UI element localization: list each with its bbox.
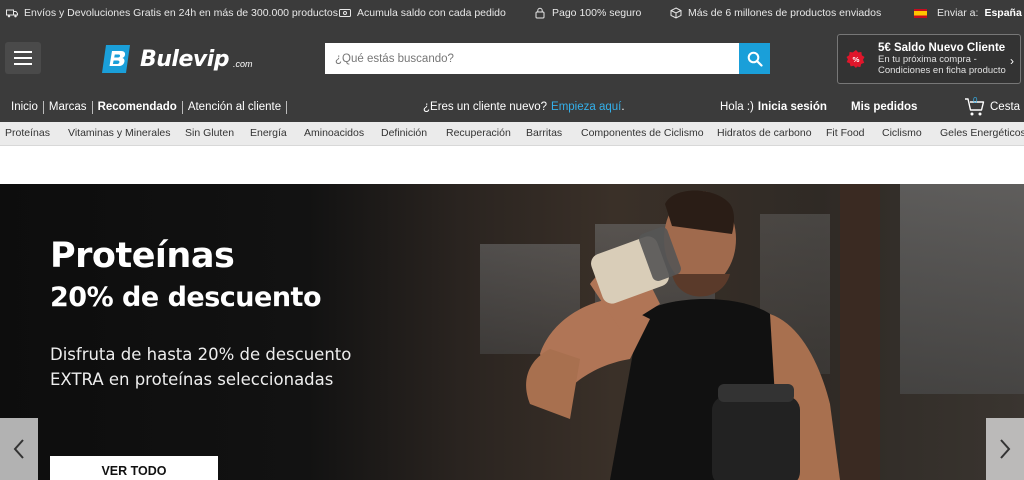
hero-description: Disfruta de hasta 20% de descuento EXTRA… [50, 342, 370, 392]
category-ciclismo[interactable]: Ciclismo [882, 127, 922, 139]
info-secure-text: Pago 100% seguro [552, 7, 642, 19]
category-barritas[interactable]: Barritas [526, 127, 562, 139]
my-orders-link[interactable]: Mis pedidos [851, 92, 917, 122]
wallet-icon [339, 7, 351, 19]
info-products-sent: Más de 6 millones de productos enviados [670, 0, 881, 26]
hero-subtitle: 20% de descuento [50, 282, 322, 313]
menu-button[interactable] [5, 42, 41, 74]
top-info-bar: Envíos y Devoluciones Gratis en 24h en m… [0, 0, 1024, 26]
category-recuperacion[interactable]: Recuperación [446, 127, 511, 139]
login-text: Inicia sesión [757, 101, 827, 113]
background-window [900, 184, 1024, 394]
search-input[interactable] [325, 43, 739, 74]
nav-link-recomendado[interactable]: Recomendado [98, 101, 177, 113]
search-button[interactable] [739, 43, 770, 74]
new-customer-promo[interactable]: % 5€ Saldo Nuevo Cliente En tu próxima c… [837, 34, 1021, 84]
info-balance: Acumula saldo con cada pedido [339, 0, 506, 26]
promo-title: 5€ Saldo Nuevo Cliente [878, 42, 1006, 54]
hero-desc-line-1: Disfruta de hasta 20% de descuento [50, 345, 352, 364]
spain-flag-icon [914, 8, 927, 18]
hamburger-line-icon [14, 57, 32, 59]
category-fit-food[interactable]: Fit Food [826, 127, 865, 139]
nav-separator [286, 100, 288, 114]
promo-line-2: Condiciones en ficha producto [878, 65, 1006, 76]
chevron-left-icon [13, 439, 24, 459]
category-energia[interactable]: Energía [250, 127, 287, 139]
new-customer-question: ¿Eres un cliente nuevo? [423, 101, 548, 113]
ship-to-country: España [984, 7, 1022, 19]
lock-icon [534, 7, 546, 19]
nav-separator [181, 100, 183, 114]
nav-link-inicio[interactable]: Inicio [11, 101, 38, 113]
category-sin-gluten[interactable]: Sin Gluten [185, 127, 234, 139]
category-proteinas[interactable]: Proteínas [5, 127, 50, 139]
category-definicion[interactable]: Definición [381, 127, 427, 139]
promo-text: 5€ Saldo Nuevo Cliente En tu próxima com… [878, 42, 1006, 76]
hero-banner[interactable]: Proteínas 20% de descuento Disfruta de h… [0, 184, 1024, 480]
info-shipping-text: Envíos y Devoluciones Gratis en 24h en m… [24, 7, 339, 19]
info-products-text: Más de 6 millones de productos enviados [688, 7, 882, 19]
chevron-right-icon [1000, 439, 1011, 459]
carousel-next-button[interactable] [986, 418, 1024, 480]
category-bar: Proteínas Vitaminas y Minerales Sin Glut… [0, 122, 1024, 146]
cart-count: 0 [973, 96, 978, 105]
cart-label: Cesta [990, 101, 1021, 113]
category-componentes-ciclismo[interactable]: Componentes de Ciclismo [581, 127, 704, 139]
nav-separator [91, 100, 93, 114]
carousel-prev-button[interactable] [0, 418, 38, 480]
info-shipping-returns: Envíos y Devoluciones Gratis en 24h en m… [6, 0, 338, 26]
new-customer-dot: . [621, 101, 625, 113]
site-header: Bulevip .com % 5€ Saldo Nuevo Cliente En… [0, 26, 1024, 92]
chevron-right-icon: › [1010, 54, 1014, 68]
category-vitaminas-minerales[interactable]: Vitaminas y Minerales [68, 127, 171, 139]
promo-line-1: En tu próxima compra - [878, 54, 977, 65]
nav-link-marcas[interactable]: Marcas [49, 101, 87, 113]
category-geles-energeticos[interactable]: Geles Energéticos [940, 127, 1024, 139]
nav-separator [42, 100, 44, 114]
hero-desc-line-2: EXTRA en proteínas seleccionadas [50, 370, 334, 389]
info-secure-payment: Pago 100% seguro [534, 0, 641, 26]
category-aminoacidos[interactable]: Aminoacidos [304, 127, 364, 139]
hamburger-line-icon [14, 51, 32, 53]
truck-icon [6, 7, 18, 19]
login-link[interactable]: Hola :) Inicia sesión [720, 92, 827, 122]
hero-title: Proteínas [50, 236, 235, 276]
search-bar [325, 43, 770, 74]
category-hidratos-carbono[interactable]: Hidratos de carbono [717, 127, 812, 139]
nav-link-atencion-cliente[interactable]: Atención al cliente [188, 101, 281, 113]
svg-text:%: % [852, 56, 859, 64]
hamburger-line-icon [14, 63, 32, 65]
background-pillar [840, 184, 880, 480]
info-balance-text: Acumula saldo con cada pedido [357, 7, 506, 19]
new-customer-prompt: ¿Eres un cliente nuevo? Empieza aquí. [423, 92, 625, 122]
logo-suffix: .com [233, 59, 253, 69]
ship-to-label: Enviar a: [937, 7, 979, 19]
nav-links: Inicio Marcas Recomendado Atención al cl… [11, 92, 292, 122]
coupon-badge-icon: % [846, 50, 865, 68]
search-icon [747, 51, 763, 67]
logo-text: Bulevip [140, 46, 230, 72]
bulevip-logo-icon [102, 45, 130, 73]
cart-button[interactable]: 0 Cesta [964, 93, 1020, 121]
site-logo[interactable]: Bulevip .com [100, 43, 253, 75]
hero-cta-button[interactable]: VER TODO [50, 456, 218, 480]
main-nav: Inicio Marcas Recomendado Atención al cl… [0, 92, 1024, 122]
start-here-link[interactable]: Empieza aquí [551, 101, 621, 113]
athlete-drinking-shake-image [526, 190, 840, 480]
box-icon [670, 7, 682, 19]
ship-to-selector[interactable]: Enviar a: España [914, 0, 1022, 26]
greeting-text: Hola :) [720, 101, 754, 113]
